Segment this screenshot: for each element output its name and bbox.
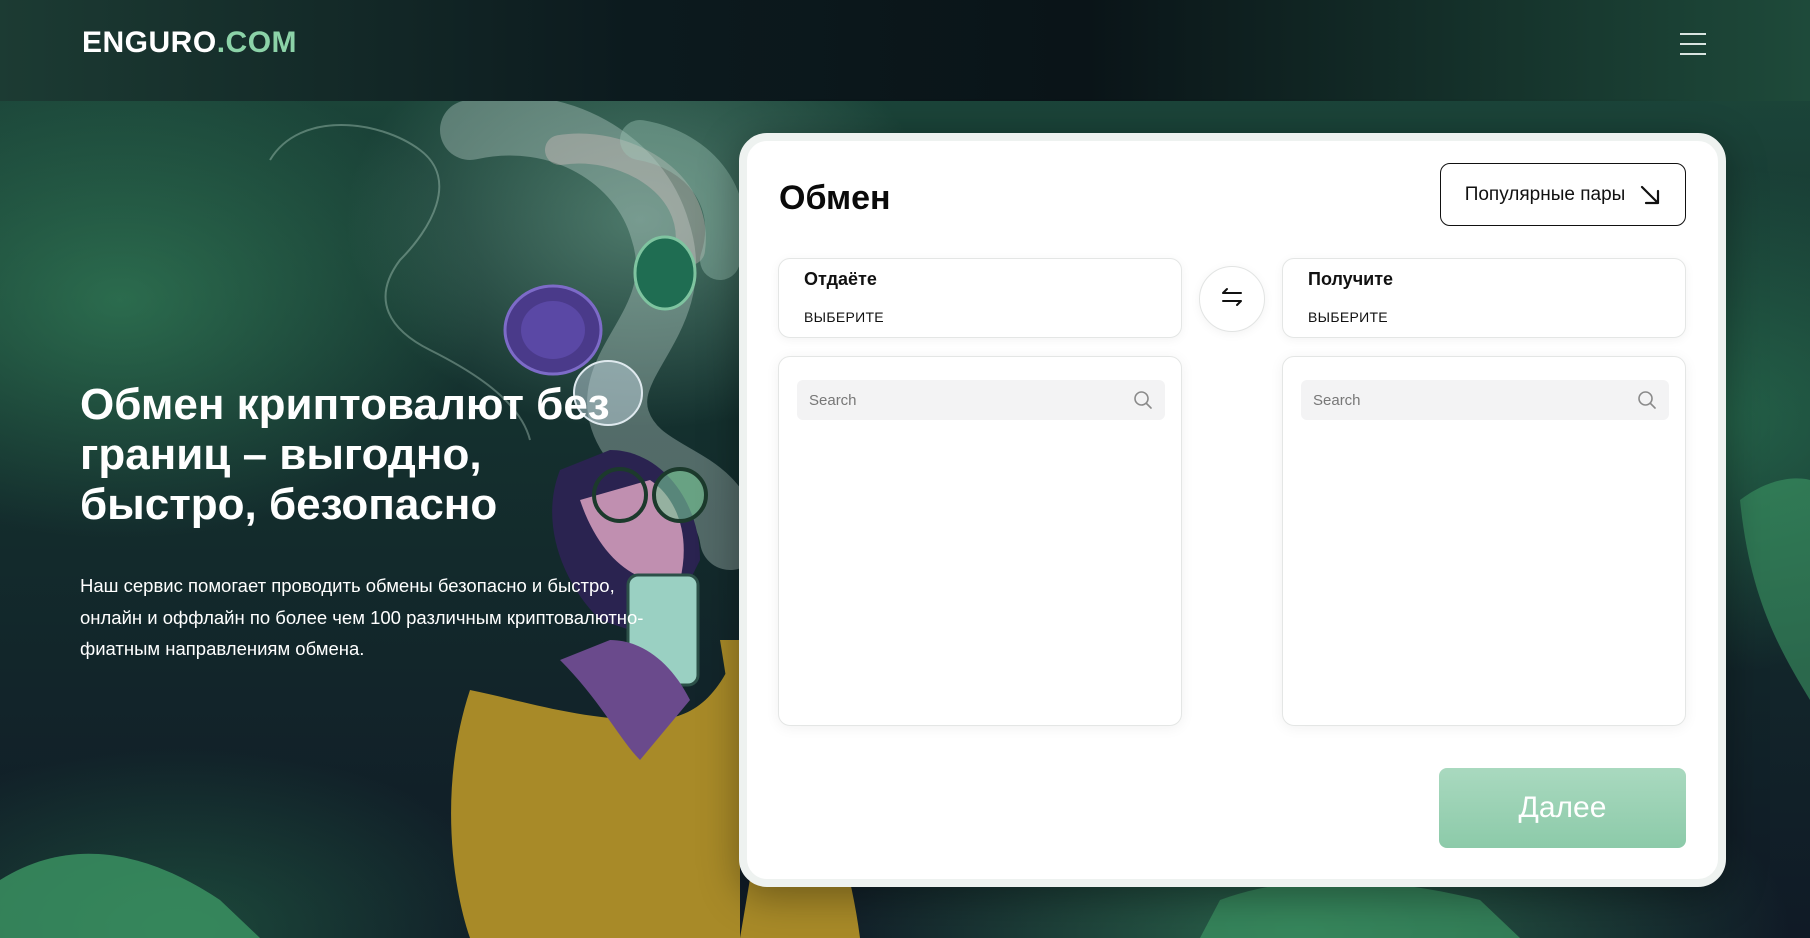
hamburger-icon[interactable]: [1680, 32, 1714, 56]
receive-label: Получите: [1308, 269, 1394, 289]
hero-title-line: Обмен криптовалют без: [80, 380, 610, 429]
give-selected-value: ВЫБЕРИТЕ: [804, 309, 884, 325]
give-currency-selector[interactable]: Отдаёте ВЫБЕРИТЕ: [778, 258, 1182, 338]
swap-arrows-icon: [1220, 287, 1244, 311]
swap-button[interactable]: [1199, 266, 1265, 332]
receive-search-input[interactable]: [1301, 380, 1621, 420]
hero-title-line: границ – выгодно,: [80, 430, 482, 479]
arrow-down-right-icon: [1639, 184, 1661, 206]
search-icon[interactable]: [1637, 390, 1657, 414]
receive-currency-list: [1282, 356, 1686, 726]
hero-description: Наш сервис помогает проводить обмены без…: [80, 570, 700, 665]
hero-title: Обмен криптовалют без границ – выгодно, …: [80, 380, 720, 530]
give-currency-list: [778, 356, 1182, 726]
hero-description-line: Наш сервис помогает проводить обмены без…: [80, 575, 615, 596]
receive-search: [1301, 380, 1669, 420]
next-button[interactable]: Далее: [1439, 768, 1686, 848]
site-logo[interactable]: ENGURO.COM: [82, 26, 297, 60]
receive-selected-value: ВЫБЕРИТЕ: [1308, 309, 1388, 325]
give-search-input[interactable]: [797, 380, 1117, 420]
exchange-title: Обмен: [779, 179, 891, 217]
give-search: [797, 380, 1165, 420]
hero-title-line: быстро, безопасно: [80, 480, 498, 529]
give-label: Отдаёте: [804, 269, 877, 289]
popular-pairs-button[interactable]: Популярные пары: [1440, 163, 1686, 226]
hero-description-line: онлайн и оффлайн по более чем 100 различ…: [80, 606, 644, 628]
site-header: ENGURO.COM: [0, 0, 1810, 101]
logo-main-text: ENGURO: [82, 26, 217, 59]
logo-domain-text: .COM: [216, 26, 298, 59]
hero-description-line: фиатным направлениям обмена.: [80, 638, 365, 659]
exchange-card: Обмен Популярные пары Отдаёте ВЫБЕРИТЕ П…: [739, 133, 1726, 887]
receive-currency-selector[interactable]: Получите ВЫБЕРИТЕ: [1282, 258, 1686, 338]
popular-pairs-label: Популярные пары: [1464, 183, 1626, 205]
search-icon[interactable]: [1133, 390, 1153, 414]
